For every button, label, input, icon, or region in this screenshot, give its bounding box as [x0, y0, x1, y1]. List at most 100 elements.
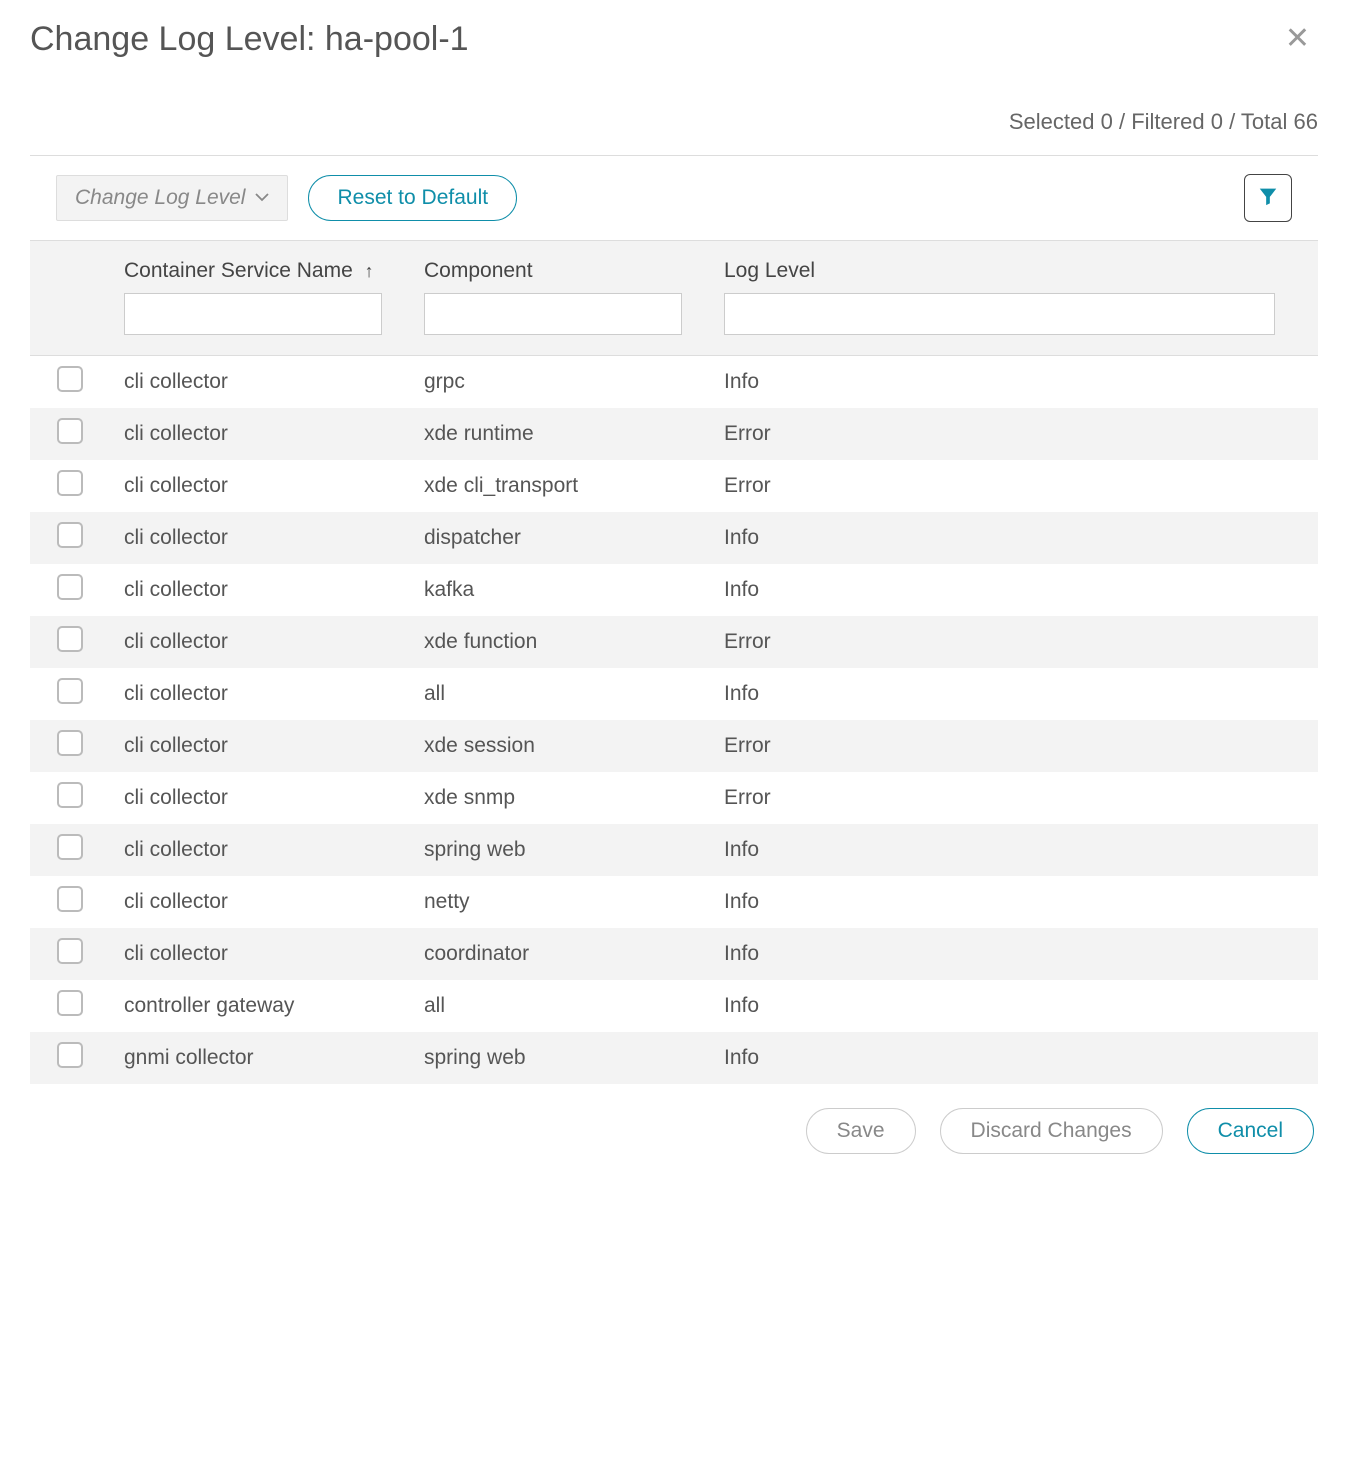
cell-component: spring web [410, 1032, 710, 1084]
cell-level: Error [710, 408, 1318, 460]
row-checkbox-cell [30, 876, 110, 928]
cell-level: Info [710, 824, 1318, 876]
filter-level-input[interactable] [724, 293, 1275, 335]
cell-service: cli collector [110, 512, 410, 564]
cell-component: all [410, 668, 710, 720]
cell-component: dispatcher [410, 512, 710, 564]
row-checkbox-cell [30, 824, 110, 876]
divider [30, 155, 1318, 156]
selected-count: 0 [1101, 109, 1113, 134]
cell-level: Info [710, 1032, 1318, 1084]
row-checkbox-cell [30, 720, 110, 772]
row-checkbox[interactable] [57, 470, 83, 496]
table-row: cli collectorxde runtimeError [30, 408, 1318, 460]
table-row: cli collectorxde sessionError [30, 720, 1318, 772]
header-service[interactable]: Container Service Name ↑ [110, 241, 410, 356]
table-row: cli collectorgrpcInfo [30, 356, 1318, 409]
cell-component: xde function [410, 616, 710, 668]
funnel-icon [1257, 185, 1279, 212]
cell-component: all [410, 980, 710, 1032]
dialog-footer: Save Discard Changes Cancel [30, 1084, 1318, 1158]
dialog-header: Change Log Level: ha-pool-1 ✕ [30, 20, 1318, 59]
row-checkbox-cell [30, 980, 110, 1032]
row-checkbox[interactable] [57, 1042, 83, 1068]
cell-service: cli collector [110, 616, 410, 668]
header-component[interactable]: Component [410, 241, 710, 356]
row-checkbox-cell [30, 616, 110, 668]
cell-service: cli collector [110, 564, 410, 616]
cell-level: Info [710, 928, 1318, 980]
row-checkbox[interactable] [57, 834, 83, 860]
header-level[interactable]: Log Level [710, 241, 1318, 356]
table-row: cli collectordispatcherInfo [30, 512, 1318, 564]
change-log-level-dropdown[interactable]: Change Log Level [56, 175, 288, 221]
cell-component: netty [410, 876, 710, 928]
dropdown-label: Change Log Level [75, 186, 245, 210]
cell-service: cli collector [110, 356, 410, 409]
row-checkbox[interactable] [57, 626, 83, 652]
cell-level: Info [710, 512, 1318, 564]
header-component-label: Component [424, 259, 696, 283]
selected-label: Selected [1009, 109, 1095, 134]
cell-component: coordinator [410, 928, 710, 980]
save-button[interactable]: Save [806, 1108, 916, 1154]
cell-service: cli collector [110, 876, 410, 928]
cell-service: cli collector [110, 460, 410, 512]
total-label: Total [1241, 109, 1287, 134]
cell-level: Error [710, 772, 1318, 824]
cell-service: cli collector [110, 824, 410, 876]
chevron-down-icon [255, 189, 269, 207]
cell-component: grpc [410, 356, 710, 409]
row-checkbox[interactable] [57, 366, 83, 392]
table-row: cli collectorxde cli_transportError [30, 460, 1318, 512]
row-checkbox-cell [30, 928, 110, 980]
cell-component: xde session [410, 720, 710, 772]
table-row: cli collectorcoordinatorInfo [30, 928, 1318, 980]
close-icon[interactable]: ✕ [1277, 20, 1318, 58]
cell-level: Info [710, 668, 1318, 720]
filter-service-input[interactable] [124, 293, 382, 335]
table-row: cli collectorkafkaInfo [30, 564, 1318, 616]
filter-button[interactable] [1244, 174, 1292, 222]
table-row: cli collectorxde snmpError [30, 772, 1318, 824]
cell-level: Info [710, 356, 1318, 409]
row-checkbox[interactable] [57, 886, 83, 912]
row-checkbox[interactable] [57, 522, 83, 548]
cell-level: Error [710, 616, 1318, 668]
filter-component-input[interactable] [424, 293, 682, 335]
cell-service: cli collector [110, 668, 410, 720]
cancel-button[interactable]: Cancel [1187, 1108, 1314, 1154]
cell-level: Info [710, 564, 1318, 616]
row-checkbox[interactable] [57, 782, 83, 808]
header-service-label: Container Service Name [124, 259, 353, 282]
cell-component: spring web [410, 824, 710, 876]
row-checkbox[interactable] [57, 574, 83, 600]
row-checkbox-cell [30, 356, 110, 409]
row-checkbox[interactable] [57, 938, 83, 964]
filtered-label: Filtered [1131, 109, 1204, 134]
change-log-level-dialog: Change Log Level: ha-pool-1 ✕ Selected 0… [0, 0, 1348, 1188]
row-checkbox[interactable] [57, 678, 83, 704]
row-checkbox-cell [30, 564, 110, 616]
table-row: gnmi collectorspring webInfo [30, 1032, 1318, 1084]
cell-component: kafka [410, 564, 710, 616]
row-checkbox-cell [30, 668, 110, 720]
row-checkbox-cell [30, 408, 110, 460]
table-row: cli collectorspring webInfo [30, 824, 1318, 876]
table-row: controller gatewayallInfo [30, 980, 1318, 1032]
dialog-title: Change Log Level: ha-pool-1 [30, 20, 469, 59]
row-checkbox-cell [30, 1032, 110, 1084]
cell-service: controller gateway [110, 980, 410, 1032]
discard-changes-button[interactable]: Discard Changes [940, 1108, 1163, 1154]
reset-to-default-button[interactable]: Reset to Default [308, 175, 517, 221]
row-checkbox[interactable] [57, 990, 83, 1016]
cell-level: Error [710, 460, 1318, 512]
row-checkbox[interactable] [57, 730, 83, 756]
table-row: cli collectorallInfo [30, 668, 1318, 720]
cell-component: xde snmp [410, 772, 710, 824]
cell-service: cli collector [110, 720, 410, 772]
selection-stats: Selected 0 / Filtered 0 / Total 66 [30, 109, 1318, 135]
cell-service: gnmi collector [110, 1032, 410, 1084]
table-header-row: Container Service Name ↑ Component Log L… [30, 241, 1318, 356]
row-checkbox[interactable] [57, 418, 83, 444]
